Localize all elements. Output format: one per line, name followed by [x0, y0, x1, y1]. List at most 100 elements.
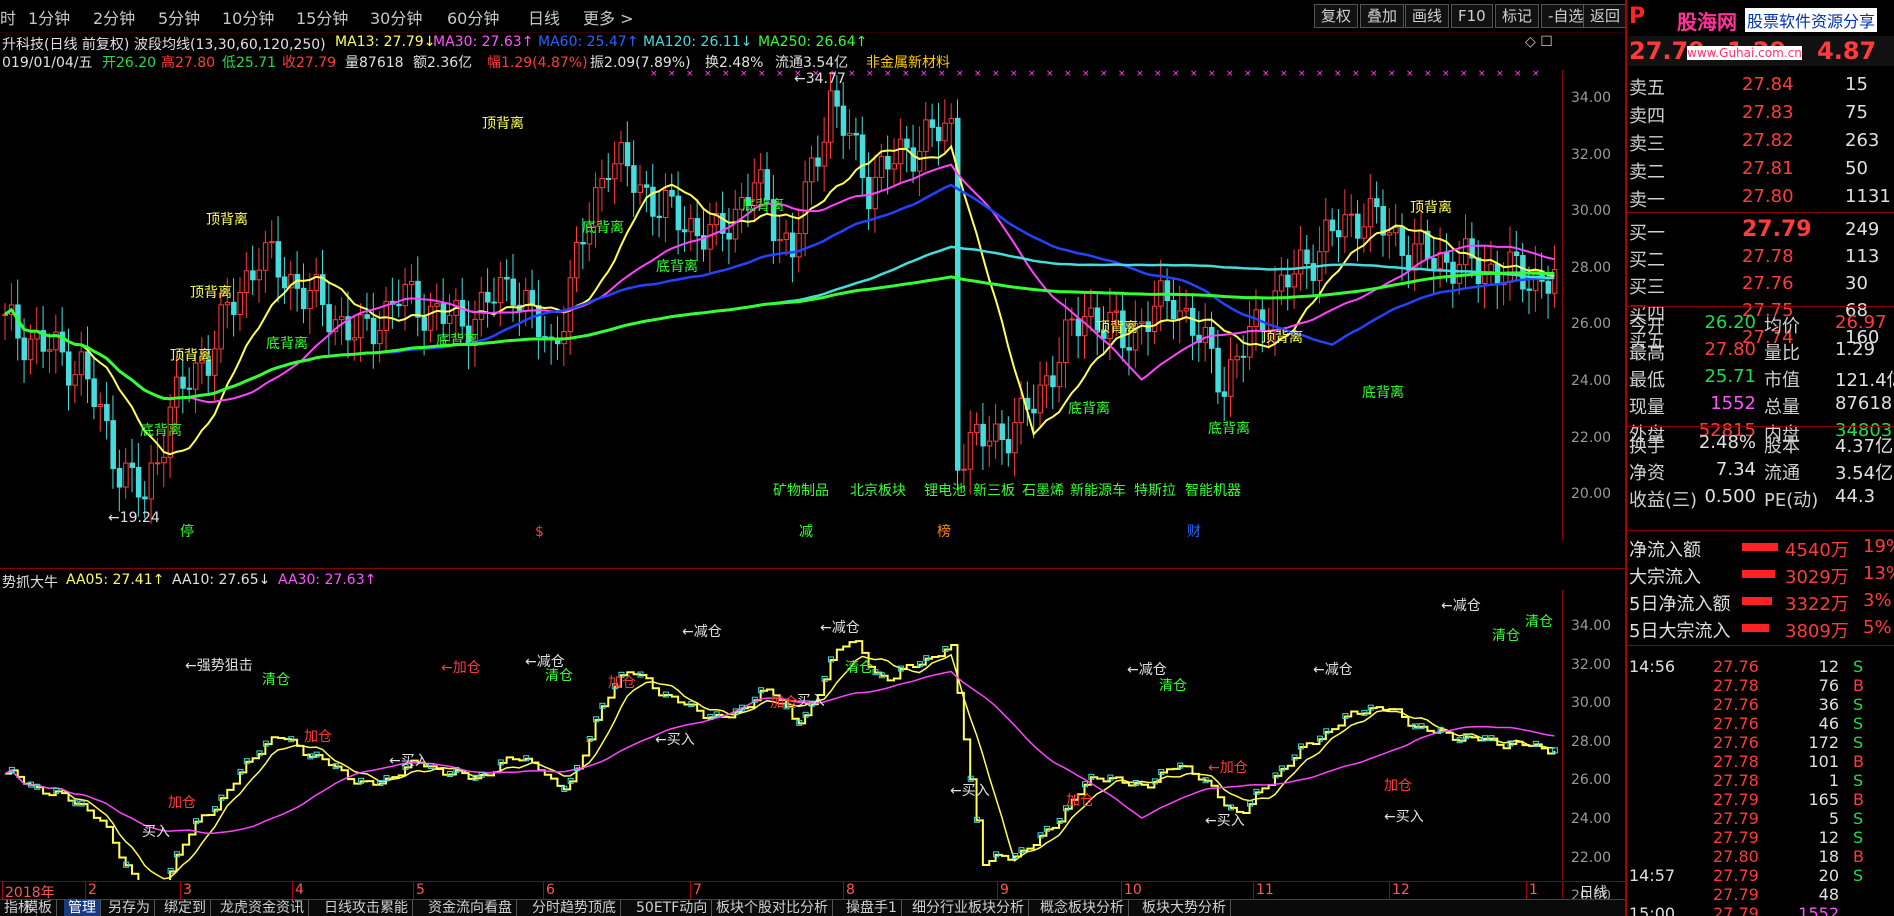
- signal-mark: ×: [992, 70, 1000, 79]
- bottom-tab[interactable]: 板块大势分析: [1138, 900, 1231, 916]
- toolbar-button-1[interactable]: 叠加: [1360, 4, 1405, 28]
- toolbar-button-6[interactable]: 返回: [1583, 4, 1628, 28]
- ask-price: 27.82: [1742, 130, 1794, 151]
- concept-label: 特斯拉: [1134, 483, 1176, 499]
- bottom-tab[interactable]: 细分行业板块分析: [908, 900, 1029, 916]
- tick-side: S: [1853, 828, 1864, 847]
- ask-row: 卖五 27.84 15: [1627, 72, 1894, 100]
- logo-url: www.Guhai.com.cn: [1687, 46, 1802, 60]
- signal-mark: ×: [650, 70, 658, 79]
- candle: [624, 121, 631, 187]
- signal-label: ←减仓: [1313, 662, 1353, 678]
- timeframe-9[interactable]: 更多 >: [583, 5, 634, 29]
- price-summary: 27.79 1.29 4.87 www.Guhai.com.cn: [1627, 36, 1894, 66]
- stat-value: 25.71: [1704, 366, 1756, 387]
- tick-volume: 20: [1818, 866, 1839, 885]
- signal-label: ←买入: [1384, 809, 1424, 825]
- signal-label: 清仓: [545, 668, 573, 684]
- bottom-divergence-label: 底背离: [436, 332, 478, 349]
- candle: [275, 216, 282, 303]
- stat-value: 4.37亿: [1835, 436, 1894, 457]
- candle: [529, 269, 536, 329]
- main-kline-chart[interactable]: × × × × × × × × × × × × × × × × × × × × × × × × × × × × × × × × × × × × × × × ×…: [0, 70, 1562, 540]
- sub-indicator-header: 势抓大牛 AA05: 27.41↑ AA10: 27.65↓ AA30: 27.…: [0, 572, 1560, 591]
- timeframe-0[interactable]: 时: [0, 5, 16, 29]
- day-change: 幅1.29(4.87%): [487, 55, 588, 71]
- signal-label: 清仓: [1159, 678, 1187, 694]
- timeframe-8[interactable]: 日线: [528, 5, 560, 29]
- tick-row: 27.78 76 B: [1627, 676, 1894, 695]
- tick-side: B: [1853, 752, 1864, 771]
- change-pct: 4.87: [1817, 37, 1877, 65]
- candle: [1336, 209, 1342, 263]
- ask-row: 卖一 27.80 1131: [1627, 184, 1894, 212]
- bottom-divergence-label: 底背离: [656, 258, 698, 275]
- ma13-line: [4, 144, 1555, 456]
- toolbar-button-0[interactable]: 复权: [1314, 4, 1359, 28]
- concept-label: 锂电池: [924, 483, 966, 499]
- period-label[interactable]: 日线: [1562, 882, 1624, 901]
- sub-indicator-chart[interactable]: ←减仓←减仓 ←减仓←减仓 ←减仓←减仓清仓清仓清仓清仓清仓清仓←买入←买入←买入←…: [0, 590, 1562, 880]
- stat-label: 总量: [1764, 397, 1800, 418]
- flow-row: 大宗流入 3029万 13%: [1627, 561, 1894, 589]
- sub-axis-tick: 22.00: [1571, 849, 1612, 866]
- bottom-tab[interactable]: 管理: [64, 900, 101, 916]
- high-price-label: ←34.77: [794, 71, 846, 87]
- stock-stats: 今开 26.20 均价 26.97 最高 27.80 量比 1.29 最低 25.71 市值 121.…: [1627, 306, 1894, 511]
- bottom-tab[interactable]: 板块个股对比分析: [712, 900, 833, 916]
- chart-symbols[interactable]: ◇ ☐: [1525, 34, 1553, 50]
- timeframe-3[interactable]: 5分钟: [158, 5, 200, 29]
- timeframe-6[interactable]: 30分钟: [370, 5, 422, 29]
- flow-value: 4540万: [1785, 540, 1849, 561]
- timeframe-2[interactable]: 2分钟: [93, 5, 135, 29]
- candle: [789, 212, 796, 283]
- bottom-tab[interactable]: 操盘手1: [842, 900, 902, 916]
- candle: [161, 434, 167, 488]
- candle: [885, 135, 891, 195]
- signal-label: ←加仓: [1208, 760, 1248, 776]
- tick-volume: 5: [1828, 809, 1839, 828]
- candle: [46, 333, 53, 374]
- tick-price: 27.79: [1713, 809, 1759, 828]
- bottom-tab[interactable]: 概念板块分析: [1036, 900, 1129, 916]
- candle: [656, 191, 663, 238]
- bottom-tab[interactable]: 50ETF动向: [632, 900, 713, 916]
- bottom-tab[interactable]: 模板: [20, 900, 57, 916]
- chart-title-row: 升科技(日线 前复权) 波段均线(13,30,60,120,250) MA13:…: [0, 34, 1560, 53]
- timeframe-7[interactable]: 60分钟: [447, 5, 499, 29]
- signal-mark: ×: [740, 70, 748, 79]
- toolbar-button-4[interactable]: 标记: [1495, 4, 1540, 28]
- pane-divider[interactable]: [0, 568, 1625, 569]
- timeframe-1[interactable]: 1分钟: [28, 5, 70, 29]
- ask-label: 卖四: [1629, 106, 1665, 127]
- bottom-tab[interactable]: 绑定到: [160, 900, 211, 916]
- flow-divider: [1627, 530, 1894, 531]
- bottom-tab[interactable]: 另存为: [104, 900, 155, 916]
- flow-bar: [1742, 624, 1769, 632]
- month-label: 5: [413, 882, 425, 899]
- toolbar-button-2[interactable]: 画线: [1405, 4, 1450, 28]
- tick-side: B: [1853, 676, 1864, 695]
- bid-volume: 249: [1845, 219, 1880, 240]
- toolbar-button-3[interactable]: F10: [1451, 4, 1493, 28]
- bottom-tab[interactable]: 日线攻击累能: [320, 900, 413, 916]
- stat-value: 1.29: [1835, 339, 1876, 360]
- sub-axis-tick: 34.00: [1571, 618, 1612, 634]
- ask-row: 卖二 27.81 50: [1627, 156, 1894, 184]
- bottom-tab[interactable]: 资金流向看盘: [424, 900, 517, 916]
- candle: [516, 282, 523, 337]
- candle: [8, 283, 15, 331]
- timeframe-4[interactable]: 10分钟: [222, 5, 274, 29]
- stat-value: 0.500: [1704, 486, 1756, 507]
- bottom-tab[interactable]: 分时趋势顶底: [528, 900, 621, 916]
- aa30-value: AA30: 27.63↑: [278, 572, 377, 588]
- bottom-tab[interactable]: 龙虎资金资讯: [216, 900, 309, 916]
- bid-label: 买一: [1629, 223, 1665, 244]
- timeframe-5[interactable]: 15分钟: [296, 5, 348, 29]
- tick-list[interactable]: 14:56 27.76 12 S 27.78 76 B 27.76 36 S 27.76 46 S 27.…: [1627, 645, 1894, 916]
- month-label: 6: [543, 882, 555, 899]
- signal-label: 加仓: [168, 795, 196, 811]
- flow-row: 5日大宗流入 3809万 5%: [1627, 615, 1894, 643]
- candle: [631, 140, 637, 217]
- candle: [34, 306, 40, 365]
